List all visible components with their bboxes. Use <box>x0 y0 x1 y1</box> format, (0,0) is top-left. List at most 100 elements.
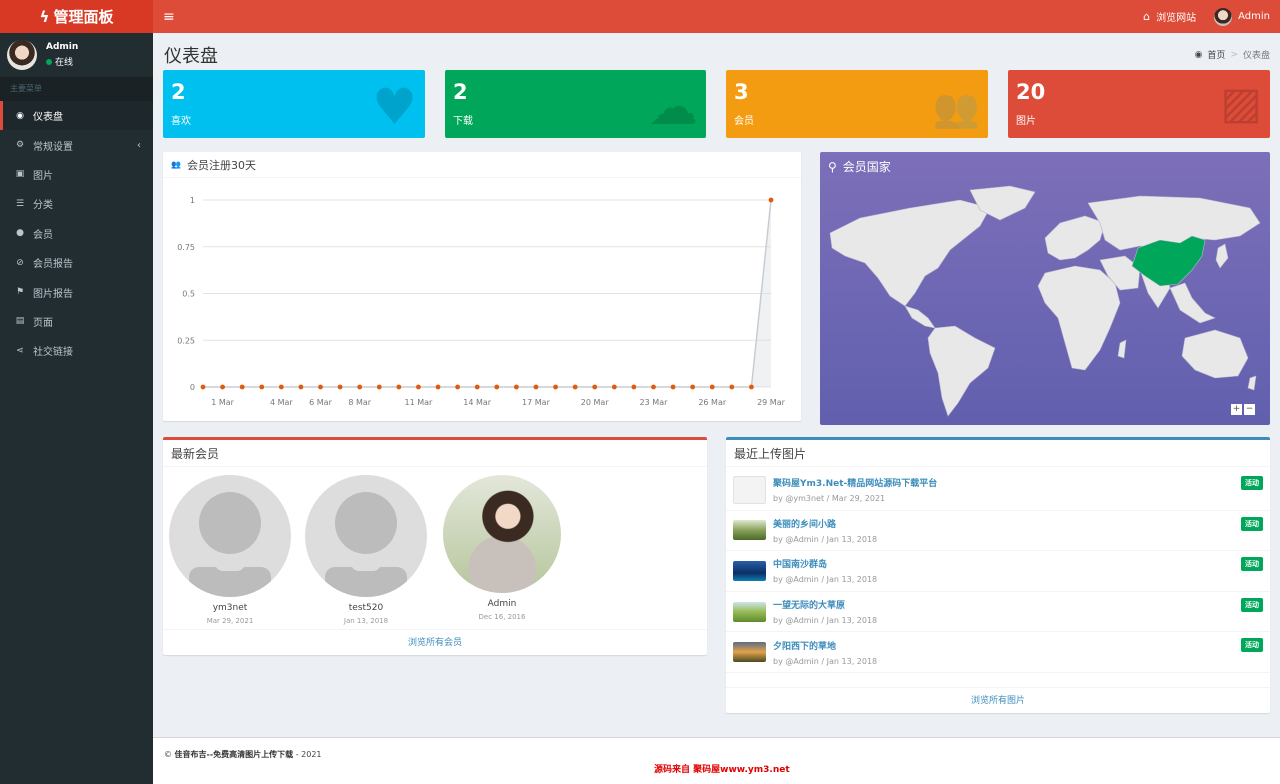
file-icon: ▤ <box>15 316 25 327</box>
chart-box-title: 会员注册30天 <box>186 158 256 172</box>
upload-item[interactable]: 美丽的乡间小路 by @Admin / Jan 13, 2018 活动 <box>726 511 1270 552</box>
stat-box-downloads[interactable]: 2 下载 ☁ <box>445 70 706 138</box>
data-point <box>670 384 676 390</box>
data-point <box>298 384 304 390</box>
breadcrumb-separator: > <box>1230 49 1238 60</box>
image-icon: ▣ <box>15 169 25 180</box>
top-navbar: ≡ ⌂ 浏览网站 Admin <box>153 0 1280 33</box>
sidebar-item-2[interactable]: ⚙ 常规设置 ‹ <box>0 130 153 159</box>
breadcrumb-home[interactable]: 首页 <box>1207 48 1225 61</box>
user-menu[interactable]: Admin <box>1214 7 1270 26</box>
cloud-download-icon: ☁ <box>648 78 698 136</box>
menu-header: 主要菜单 <box>0 77 153 101</box>
sidebar-item-7[interactable]: ⚑ 图片报告 <box>0 277 153 306</box>
view-all-images-link[interactable]: 浏览所有图片 <box>726 687 1270 713</box>
zoom-in-button[interactable]: + <box>1231 404 1242 415</box>
upload-item[interactable]: 聚码屋Ym3.Net-精品网站源码下载平台 by @ym3net / Mar 2… <box>726 470 1270 511</box>
sidebar-item-8[interactable]: ▤ 页面 <box>0 307 153 336</box>
upload-item[interactable]: 中国南沙群岛 by @Admin / Jan 13, 2018 活动 <box>726 551 1270 592</box>
member-name[interactable]: ym3net <box>169 603 291 613</box>
member-name[interactable]: Admin <box>441 599 563 609</box>
data-point <box>592 384 598 390</box>
sidebar-item-9[interactable]: ⋖ 社交链接 <box>0 336 153 365</box>
member-date: Jan 13, 2018 <box>343 617 389 625</box>
member-item[interactable]: Admin Dec 16, 2016 <box>441 475 563 625</box>
status-badge: 活动 <box>1241 597 1263 612</box>
member-item[interactable]: ym3net Mar 29, 2021 <box>169 475 291 625</box>
map-zoom-controls: + − <box>1231 404 1255 415</box>
recent-uploads-box: 最近上传图片 聚码屋Ym3.Net-精品网站源码下载平台 by @ym3net … <box>726 437 1270 713</box>
status-badge: 活动 <box>1241 557 1263 572</box>
data-point <box>690 384 696 390</box>
menu-toggle-icon[interactable]: ≡ <box>163 9 175 25</box>
south-america-region <box>927 325 996 417</box>
upload-item[interactable]: 一望无际的大草原 by @Admin / Jan 13, 2018 活动 <box>726 592 1270 633</box>
upload-title[interactable]: 中国南沙群岛 <box>773 557 877 570</box>
data-point <box>729 384 735 390</box>
sidebar-item-6[interactable]: ⊘ 会员报告 <box>0 248 153 277</box>
y-tick-label: 0.75 <box>177 243 195 252</box>
sidebar-item-3[interactable]: ▣ 图片 <box>0 160 153 189</box>
logo[interactable]: ϟ 管理面板 <box>0 0 153 33</box>
site-link[interactable]: 佳音布吉--免费高清图片上传下载 <box>175 750 294 759</box>
user-menu-label: Admin <box>1238 11 1270 22</box>
member-item[interactable]: test520 Jan 13, 2018 <box>305 475 427 625</box>
map-box-header: ⚲ 会员国家 <box>820 152 1270 181</box>
stat-box-images[interactable]: 20 图片 ▨ <box>1008 70 1270 138</box>
stat-box-members[interactable]: 3 会员 👥 <box>726 70 988 138</box>
map-marker-icon: ⚲ <box>828 159 837 174</box>
list-icon: ☰ <box>15 198 25 209</box>
member-photo <box>443 475 561 593</box>
home-icon: ⌂ <box>1143 10 1151 23</box>
users-icon: 👥 <box>171 160 181 169</box>
data-point <box>768 197 774 203</box>
japan-region <box>1215 243 1229 269</box>
upload-title[interactable]: 一望无际的大草原 <box>773 598 877 611</box>
users-icon: 👥 <box>932 86 980 130</box>
copyright-prefix: © <box>164 750 175 759</box>
zoom-out-button[interactable]: − <box>1244 404 1255 415</box>
x-tick-label: 20 Mar <box>581 398 610 407</box>
user-status-label: 在线 <box>55 58 74 68</box>
stat-box-likes[interactable]: 2 喜欢 ♥ <box>163 70 425 138</box>
africa-region <box>1037 265 1121 371</box>
data-point <box>220 384 225 390</box>
member-name[interactable]: test520 <box>305 603 427 613</box>
members-list: ym3net Mar 29, 2021 test520 Jan 13, 2018… <box>163 467 707 633</box>
avatar <box>1214 7 1233 26</box>
page-footer: © 佳音布吉--免费高清图片上传下载 - 2021 源码来自 聚码屋www.ym… <box>153 737 1280 784</box>
upload-title[interactable]: 聚码屋Ym3.Net-精品网站源码下载平台 <box>773 476 937 489</box>
sidebar-menu: ◉ 仪表盘 ⚙ 常规设置 ‹ ▣ 图片 ☰ 分类 ● 会员 ⊘ 会员报告 ⚑ 图片报告 ▤ 页面 ⋖ 社交链接 <box>0 101 153 366</box>
data-point <box>709 384 715 390</box>
upload-title[interactable]: 美丽的乡间小路 <box>773 517 877 530</box>
user-panel: Admin 在线 <box>0 33 153 77</box>
browse-site-link[interactable]: ⌂ 浏览网站 <box>1143 9 1196 24</box>
data-point <box>494 384 500 390</box>
sidebar-item-4[interactable]: ☰ 分类 <box>0 189 153 218</box>
default-avatar-icon <box>305 475 427 597</box>
upload-meta: by @Admin / Jan 13, 2018 <box>773 575 878 585</box>
breadcrumb: ◉ 首页 > 仪表盘 <box>1195 48 1270 62</box>
view-all-members-link[interactable]: 浏览所有会员 <box>163 629 707 655</box>
sidebar-item-label: 图片 <box>33 170 53 182</box>
y-tick-label: 0 <box>190 383 195 392</box>
copyright: © 佳音布吉--免费高清图片上传下载 - 2021 <box>164 749 322 760</box>
data-point <box>278 384 284 390</box>
sidebar-item-5[interactable]: ● 会员 <box>0 219 153 248</box>
x-tick-label: 26 Mar <box>698 398 727 407</box>
member-date: Dec 16, 2016 <box>478 613 526 621</box>
upload-thumbnail <box>733 560 766 581</box>
upload-title[interactable]: 夕阳西下的草地 <box>773 639 877 652</box>
sidebar-item-label: 社交链接 <box>33 347 73 359</box>
share-icon: ⋖ <box>16 345 24 356</box>
flag-icon: ⚑ <box>15 287 25 298</box>
data-point <box>337 384 343 390</box>
sidebar-item-1[interactable]: ◉ 仪表盘 <box>0 101 153 131</box>
north-america-region <box>829 199 991 307</box>
upload-thumbnail <box>733 475 766 504</box>
world-map[interactable] <box>820 178 1270 418</box>
australia-region <box>1181 329 1249 379</box>
default-avatar-icon <box>169 475 291 597</box>
data-point <box>396 384 402 390</box>
upload-item[interactable]: 夕阳西下的草地 by @Admin / Jan 13, 2018 活动 <box>726 632 1270 673</box>
